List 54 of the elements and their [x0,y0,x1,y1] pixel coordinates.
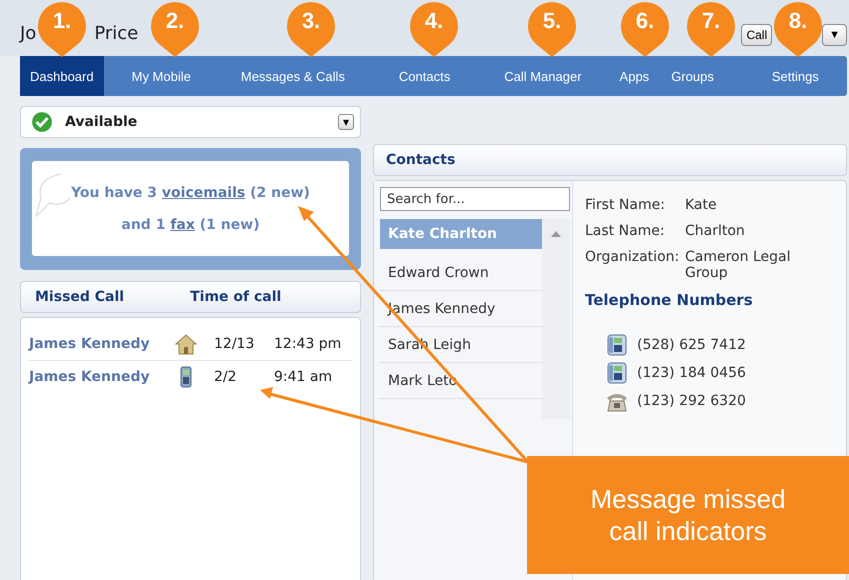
status-dropdown[interactable]: Available ▾ [20,106,361,138]
phone-number: (123) 184 0456 [637,365,746,381]
field-label: First Name: [585,197,666,213]
call-date: 12/13 [214,336,256,352]
field-value: Charlton [685,223,746,239]
number-marker: 7. [686,2,736,58]
phone-number: (123) 292 6320 [637,393,746,409]
caller-name[interactable]: James Kennedy [29,369,174,385]
nav-tab[interactable]: Settings [762,56,829,96]
scrollbar[interactable] [542,219,570,419]
user-name: Price [94,23,138,44]
column-header: Missed Call [35,289,124,305]
number-marker: 3. [286,2,336,58]
fax-summary: and 1 fax (1 new) [120,216,261,232]
user-name: Jo [20,23,36,44]
section-title: Telephone Numbers [585,291,754,309]
number-marker: 6. [620,2,670,58]
nav-tab[interactable]: Dashboard [20,56,104,96]
search-field[interactable]: Search for... [380,187,570,211]
field-label: Last Name: [585,223,666,239]
panel-title: Contacts [386,152,456,168]
house-icon [174,332,198,356]
number-marker: 8. [773,2,823,58]
call-time: 9:41 am [274,369,332,385]
caller-name[interactable]: James Kennedy [29,336,174,352]
check-icon [31,111,53,133]
contact-item[interactable]: Kate Charlton [380,219,542,249]
number-marker: 5. [527,2,577,58]
callout-text: Message missed call indicators [589,482,787,548]
nav-tab[interactable]: Groups [661,56,724,96]
desk-phone-icon [605,333,629,357]
call-time: 12:43 pm [274,336,342,352]
dropdown-button[interactable]: ▼ [822,24,847,46]
field-label: Organization: [585,249,680,267]
desk-phone-icon [605,361,629,385]
scroll-up-icon[interactable] [551,231,561,237]
call-button[interactable]: Call [741,24,772,46]
nav-tab[interactable]: Call Manager [494,56,592,96]
phone-number: (528) 625 7412 [637,337,746,353]
number-marker: 2. [150,2,200,58]
column-header: Time of call [190,289,282,305]
nav-tab[interactable]: My Mobile [122,56,201,96]
fax-link[interactable]: fax [170,216,195,232]
nav-tab[interactable]: Contacts [388,56,460,96]
number-marker: 1. [37,2,87,58]
nav-tab[interactable]: Messages & Calls [230,56,355,96]
number-marker: 4. [409,2,459,58]
voicemail-summary: You have 3 voicemails (2 new) [70,184,311,200]
nav-tab[interactable]: Apps [610,56,660,96]
voicemails-link[interactable]: voicemails [162,184,246,200]
field-value: Kate [685,197,718,213]
call-date: 2/2 [214,369,238,385]
caret-icon: ▾ [338,114,354,130]
field-value: Cameron Legal Group [685,249,792,281]
